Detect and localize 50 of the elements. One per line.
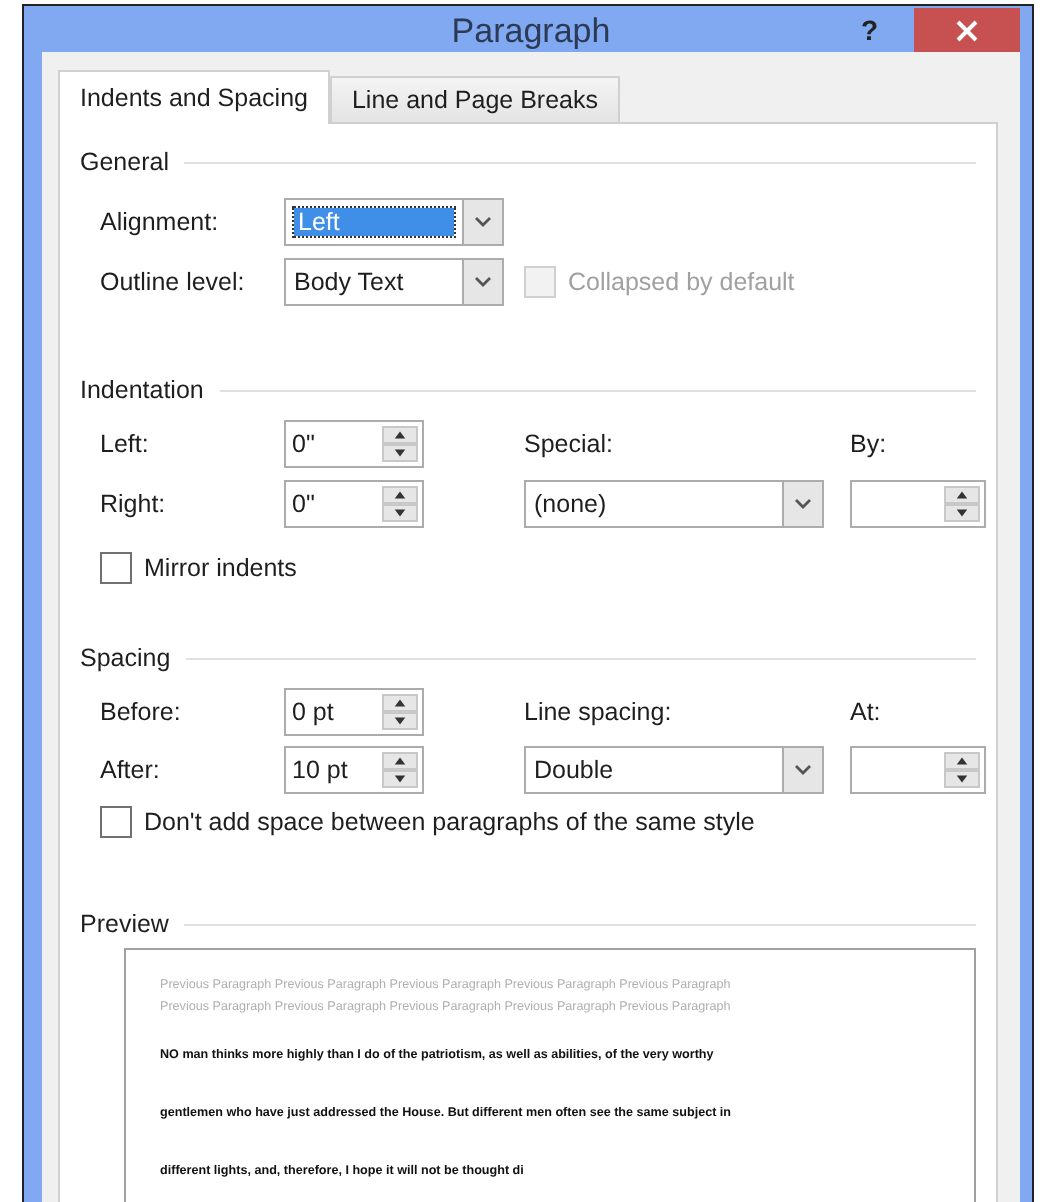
checkbox-label: Don't add space between paragraphs of the same style: [144, 808, 755, 836]
field-label: Line spacing:: [524, 698, 674, 726]
field-label: At:: [850, 698, 883, 726]
dropdown[interactable]: Double: [524, 746, 824, 794]
spinner-field[interactable]: 0": [284, 480, 424, 528]
field-label: Alignment:: [100, 208, 221, 236]
field-label: Outline level:: [100, 268, 247, 296]
spinner-field[interactable]: 10 pt: [284, 746, 424, 794]
spin-up-button[interactable]: [382, 486, 418, 504]
spinner-field[interactable]: [850, 746, 986, 794]
checkbox[interactable]: [100, 552, 132, 584]
window-title: Paragraph: [451, 9, 611, 51]
section-heading: General: [80, 148, 169, 176]
close-button[interactable]: [914, 8, 1020, 52]
spin-up-button[interactable]: [944, 752, 980, 770]
checkbox-label: Collapsed by default: [568, 268, 795, 296]
spin-down-button[interactable]: [382, 770, 418, 788]
spin-down-button[interactable]: [382, 444, 418, 462]
tab[interactable]: Indents and Spacing: [58, 70, 330, 124]
spinner-field[interactable]: [850, 480, 986, 528]
field-label: Left:: [100, 430, 151, 458]
spinner-field[interactable]: 0 pt: [284, 688, 424, 736]
field-label: Special:: [524, 430, 615, 458]
dropdown[interactable]: Body Text: [284, 258, 504, 306]
chevron-down-icon: [474, 216, 492, 228]
checkbox[interactable]: [100, 806, 132, 838]
spin-down-button[interactable]: [944, 504, 980, 522]
spin-down-button[interactable]: [382, 504, 418, 522]
section-heading: Indentation: [80, 376, 204, 404]
spin-down-button[interactable]: [382, 712, 418, 730]
dropdown[interactable]: (none): [524, 480, 824, 528]
spin-up-button[interactable]: [382, 752, 418, 770]
spinner-field[interactable]: 0": [284, 420, 424, 468]
checkbox-label: Mirror indents: [144, 554, 297, 582]
close-icon: [956, 19, 978, 41]
chevron-down-icon: [794, 764, 812, 776]
chevron-down-icon: [794, 498, 812, 510]
tab[interactable]: Line and Page Breaks: [329, 76, 620, 122]
field-label: By:: [850, 430, 889, 458]
field-label: Before:: [100, 698, 183, 726]
spin-down-button[interactable]: [944, 770, 980, 788]
section-heading: Preview: [80, 910, 169, 938]
spin-up-button[interactable]: [944, 486, 980, 504]
spin-up-button[interactable]: [382, 426, 418, 444]
spin-up-button[interactable]: [382, 694, 418, 712]
chevron-down-icon: [474, 276, 492, 288]
field-label: Right:: [100, 490, 168, 518]
field-label: After:: [100, 756, 162, 784]
help-button[interactable]: ?: [860, 6, 902, 46]
section-heading: Spacing: [80, 644, 171, 672]
